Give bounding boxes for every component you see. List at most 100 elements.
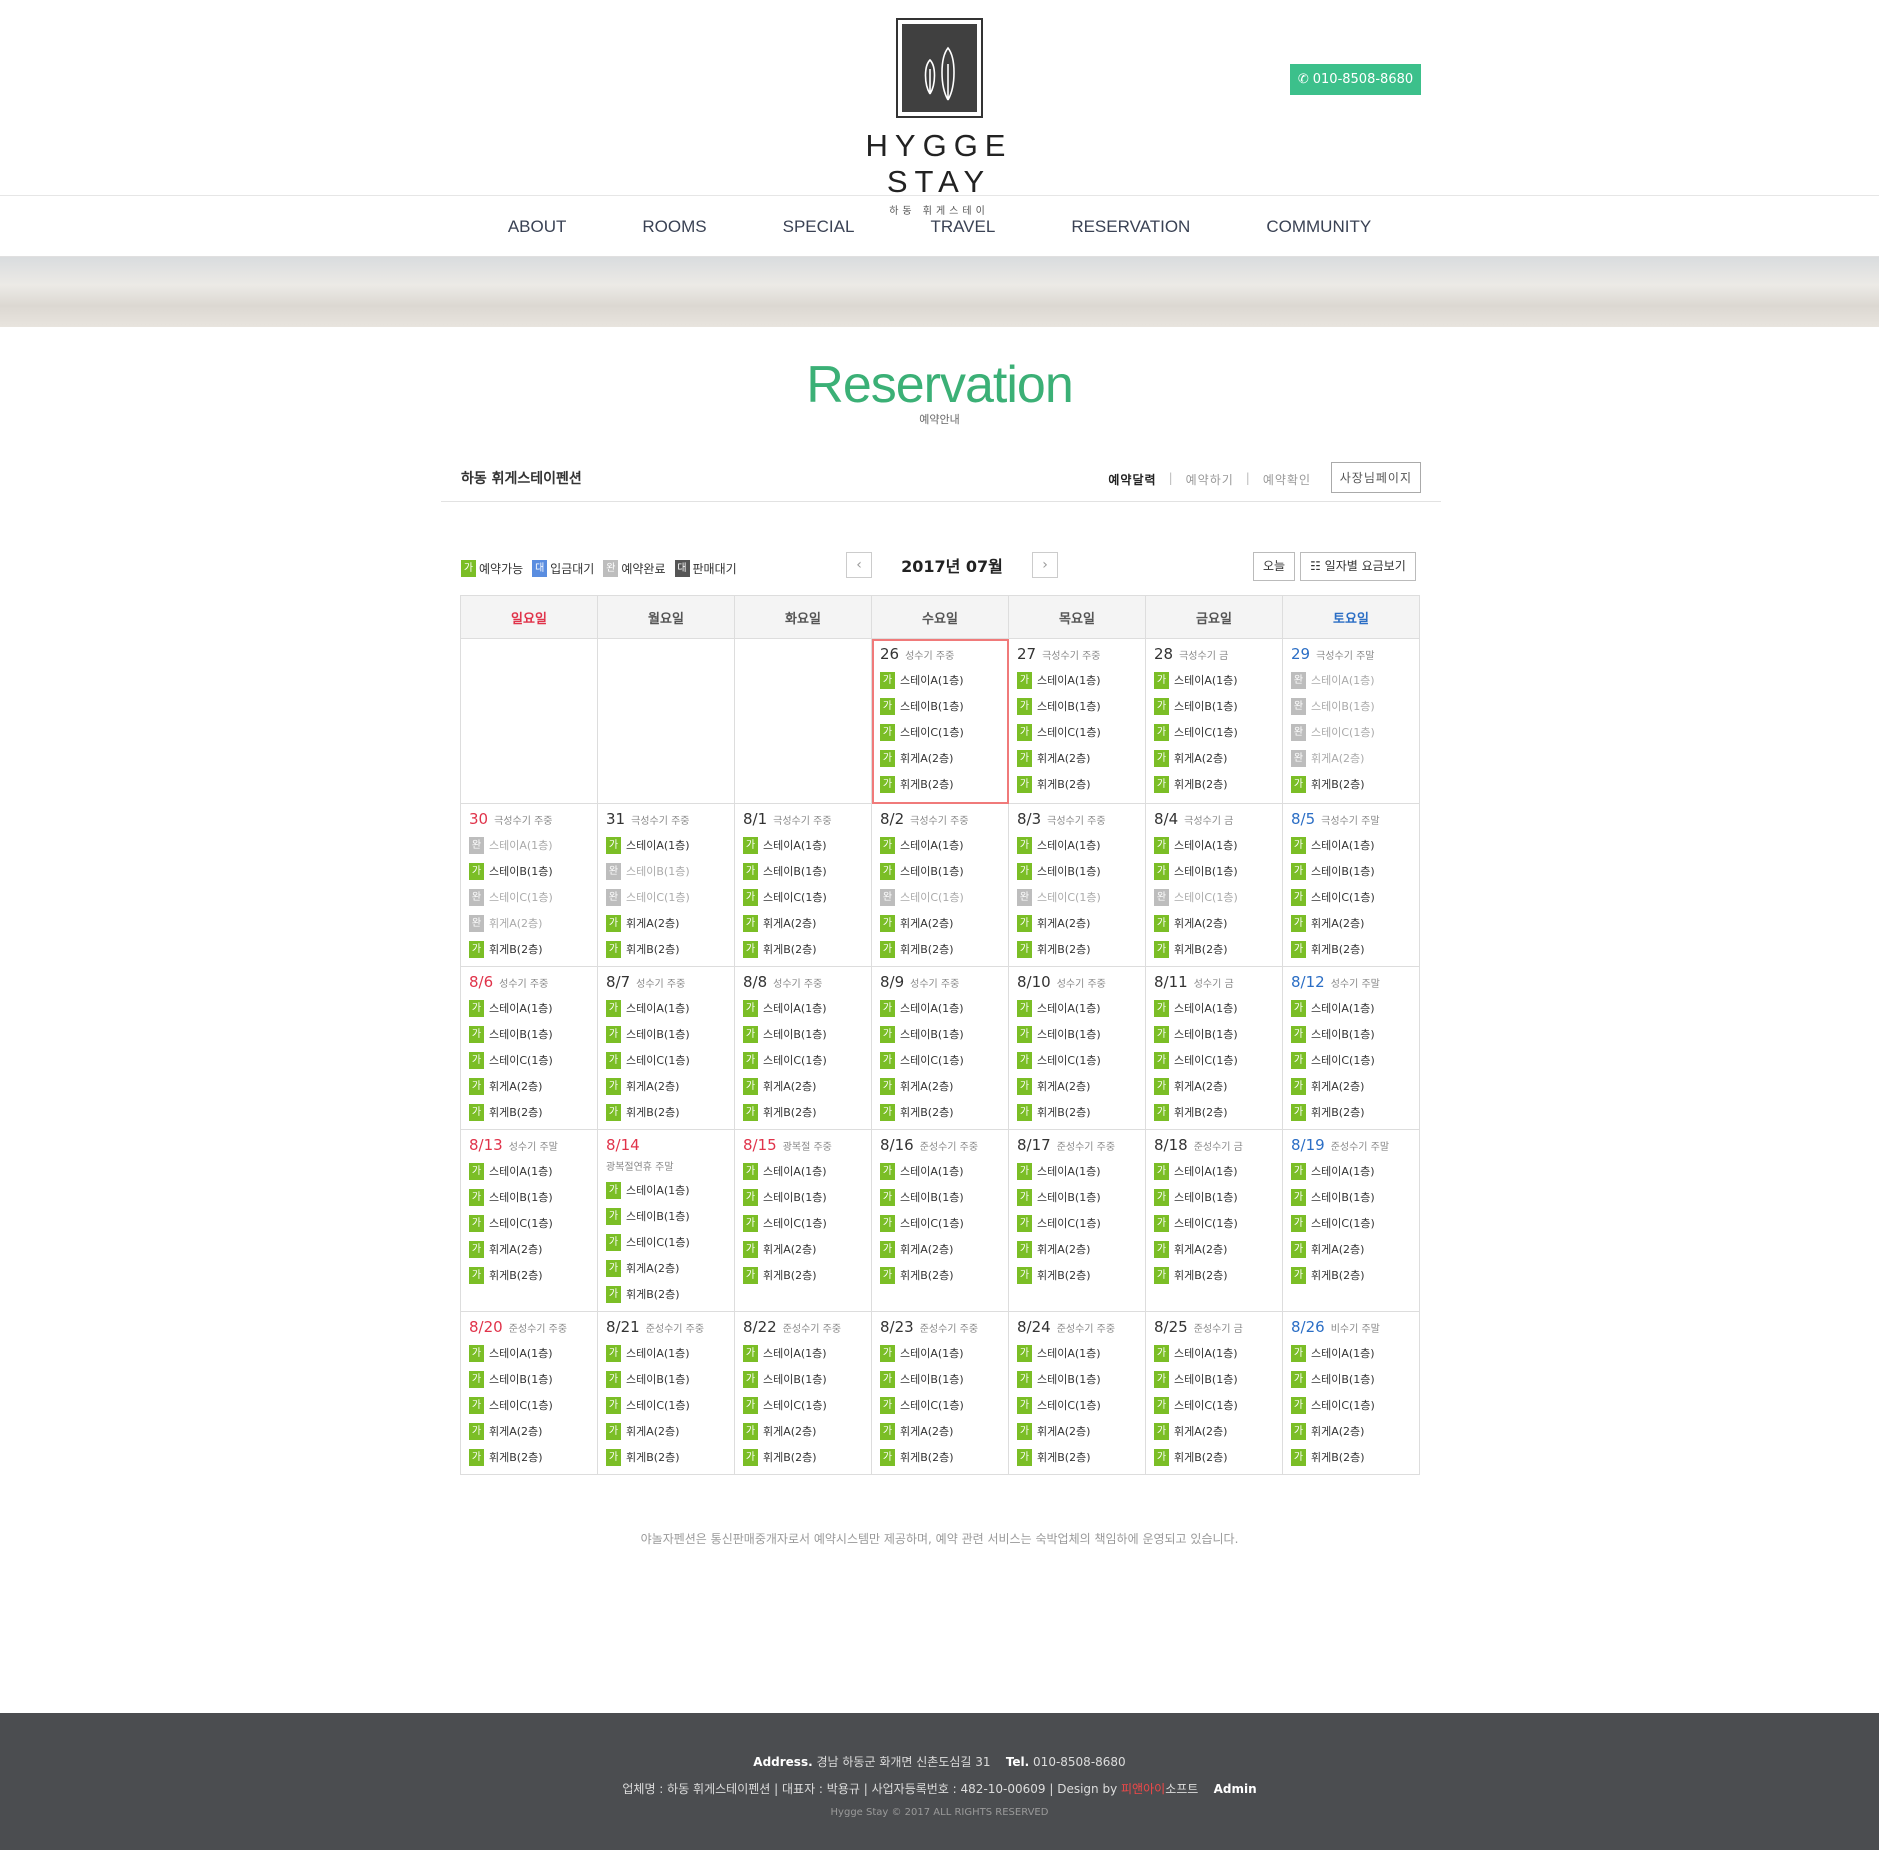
room-status[interactable]: 가 휘게A(2층) <box>880 1073 1000 1099</box>
room-status[interactable]: 가 휘게B(2층) <box>880 936 1000 962</box>
room-status[interactable]: 가 휘게A(2층) <box>880 745 1000 771</box>
calendar-day-cell[interactable]: 8/21 준성수기 주중 가 스테이A(1층) 가 스테이B(1층) 가 스테이C(1층) 가 휘… <box>597 1311 735 1475</box>
owner-page-button[interactable]: 사장님페이지 <box>1330 462 1421 493</box>
calendar-day-cell[interactable]: 8/10 성수기 주중 가 스테이A(1층) 가 스테이B(1층) 가 스테이C(1층) 가 휘게… <box>1008 966 1146 1130</box>
room-status[interactable]: 가 스테이C(1층) <box>1291 884 1411 910</box>
room-status[interactable]: 가 스테이C(1층) <box>1017 1392 1137 1418</box>
room-status[interactable]: 가 휘게A(2층) <box>1017 745 1137 771</box>
room-status[interactable]: 가 스테이A(1층) <box>880 1158 1000 1184</box>
calendar-day-cell[interactable]: 8/17 준성수기 주중 가 스테이A(1층) 가 스테이B(1층) 가 스테이C(1층) 가 휘… <box>1008 1129 1146 1312</box>
room-status[interactable]: 가 휘게A(2층) <box>1017 1073 1137 1099</box>
room-status[interactable]: 가 휘게B(2층) <box>469 1444 589 1470</box>
room-status[interactable]: 가 휘게A(2층) <box>1291 1073 1411 1099</box>
room-status[interactable]: 가 스테이C(1층) <box>1017 1210 1137 1236</box>
room-status[interactable]: 가 휘게A(2층) <box>1154 745 1274 771</box>
room-status[interactable]: 가 휘게B(2층) <box>880 1444 1000 1470</box>
room-status[interactable]: 가 휘게A(2층) <box>1154 1236 1274 1262</box>
room-status[interactable]: 가 스테이B(1층) <box>606 1021 726 1047</box>
room-status[interactable]: 가 스테이C(1층) <box>469 1392 589 1418</box>
room-status[interactable]: 가 스테이A(1층) <box>1154 995 1274 1021</box>
room-status[interactable]: 가 휘게A(2층) <box>1017 1236 1137 1262</box>
room-status[interactable]: 가 휘게A(2층) <box>606 1255 726 1281</box>
room-status[interactable]: 가 휘게B(2층) <box>1291 1262 1411 1288</box>
room-status[interactable]: 가 스테이A(1층) <box>1154 1158 1274 1184</box>
room-status[interactable]: 가 휘게B(2층) <box>606 1444 726 1470</box>
room-status[interactable]: 가 스테이C(1층) <box>606 1229 726 1255</box>
room-status[interactable]: 완 스테이A(1층) <box>1291 667 1411 693</box>
room-status[interactable]: 가 휘게B(2층) <box>469 1262 589 1288</box>
room-status[interactable]: 완 휘게A(2층) <box>1291 745 1411 771</box>
room-status[interactable]: 가 스테이B(1층) <box>1154 1184 1274 1210</box>
room-status[interactable]: 완 스테이C(1층) <box>1154 884 1274 910</box>
phone-button[interactable]: ✆ 010-8508-8680 <box>1290 64 1421 95</box>
room-status[interactable]: 가 스테이C(1층) <box>606 1392 726 1418</box>
room-status[interactable]: 가 스테이C(1층) <box>1154 1047 1274 1073</box>
room-status[interactable]: 가 스테이A(1층) <box>1017 1158 1137 1184</box>
room-status[interactable]: 가 스테이B(1층) <box>1291 1366 1411 1392</box>
room-status[interactable]: 가 휘게A(2층) <box>469 1236 589 1262</box>
room-status[interactable]: 가 스테이B(1층) <box>1017 1366 1137 1392</box>
room-status[interactable]: 완 휘게A(2층) <box>469 910 589 936</box>
room-status[interactable]: 가 스테이C(1층) <box>880 1047 1000 1073</box>
room-status[interactable]: 가 스테이C(1층) <box>880 719 1000 745</box>
room-status[interactable]: 가 휘게B(2층) <box>1017 771 1137 797</box>
prev-month-button[interactable]: ‹ <box>846 552 872 578</box>
room-status[interactable]: 가 휘게A(2층) <box>743 1073 863 1099</box>
room-status[interactable]: 가 스테이A(1층) <box>743 995 863 1021</box>
room-status[interactable]: 가 휘게B(2층) <box>1154 1099 1274 1125</box>
room-status[interactable]: 가 스테이A(1층) <box>606 832 726 858</box>
room-status[interactable]: 가 스테이B(1층) <box>743 1021 863 1047</box>
room-status[interactable]: 가 휘게B(2층) <box>1291 771 1411 797</box>
room-status[interactable]: 가 스테이A(1층) <box>1154 832 1274 858</box>
calendar-day-cell[interactable]: 8/1 극성수기 주중 가 스테이A(1층) 가 스테이B(1층) 가 스테이C(1층) 가 휘게… <box>734 803 872 967</box>
room-status[interactable]: 가 스테이A(1층) <box>606 995 726 1021</box>
room-status[interactable]: 가 휘게A(2층) <box>1154 1418 1274 1444</box>
room-status[interactable]: 가 스테이B(1층) <box>880 1021 1000 1047</box>
room-status[interactable]: 가 스테이A(1층) <box>1291 1158 1411 1184</box>
room-status[interactable]: 가 휘게B(2층) <box>606 936 726 962</box>
calendar-day-cell[interactable]: 8/6 성수기 주중 가 스테이A(1층) 가 스테이B(1층) 가 스테이C(1층) 가 휘게A… <box>460 966 598 1130</box>
room-status[interactable]: 가 휘게A(2층) <box>743 910 863 936</box>
next-month-button[interactable]: › <box>1032 552 1058 578</box>
room-status[interactable]: 가 스테이C(1층) <box>1154 1210 1274 1236</box>
room-status[interactable]: 가 휘게A(2층) <box>880 910 1000 936</box>
room-status[interactable]: 가 스테이B(1층) <box>880 858 1000 884</box>
room-status[interactable]: 완 스테이C(1층) <box>1291 719 1411 745</box>
calendar-day-cell[interactable]: 8/20 준성수기 주중 가 스테이A(1층) 가 스테이B(1층) 가 스테이C(1층) 가 휘… <box>460 1311 598 1475</box>
room-status[interactable]: 가 스테이C(1층) <box>743 1392 863 1418</box>
room-status[interactable]: 가 휘게A(2층) <box>1154 1073 1274 1099</box>
room-status[interactable]: 완 스테이A(1층) <box>469 832 589 858</box>
calendar-day-cell[interactable]: 8/22 준성수기 주중 가 스테이A(1층) 가 스테이B(1층) 가 스테이C(1층) 가 휘… <box>734 1311 872 1475</box>
room-status[interactable]: 가 스테이C(1층) <box>880 1210 1000 1236</box>
room-status[interactable]: 가 휘게A(2층) <box>606 1418 726 1444</box>
calendar-day-cell[interactable]: 8/19 준성수기 주말 가 스테이A(1층) 가 스테이B(1층) 가 스테이C(1층) 가 휘… <box>1282 1129 1420 1312</box>
calendar-day-cell[interactable]: 8/16 준성수기 주중 가 스테이A(1층) 가 스테이B(1층) 가 스테이C(1층) 가 휘… <box>871 1129 1009 1312</box>
room-status[interactable]: 가 휘게B(2층) <box>1154 771 1274 797</box>
nav-item-community[interactable]: COMMUNITY <box>1228 196 1409 256</box>
room-status[interactable]: 가 스테이A(1층) <box>743 1340 863 1366</box>
calendar-day-cell[interactable]: 28 극성수기 금 가 스테이A(1층) 가 스테이B(1층) 가 스테이C(1층) 가 휘게A(… <box>1145 638 1283 804</box>
room-status[interactable]: 가 스테이B(1층) <box>743 1366 863 1392</box>
room-status[interactable]: 가 스테이A(1층) <box>1291 832 1411 858</box>
calendar-day-cell[interactable]: 8/18 준성수기 금 가 스테이A(1층) 가 스테이B(1층) 가 스테이C(1층) 가 휘게… <box>1145 1129 1283 1312</box>
room-status[interactable]: 가 휘게A(2층) <box>1291 1418 1411 1444</box>
calendar-day-cell[interactable]: 8/12 성수기 주말 가 스테이A(1층) 가 스테이B(1층) 가 스테이C(1층) 가 휘게… <box>1282 966 1420 1130</box>
room-status[interactable]: 가 스테이C(1층) <box>1154 719 1274 745</box>
room-status[interactable]: 가 스테이B(1층) <box>1291 1021 1411 1047</box>
room-status[interactable]: 가 스테이B(1층) <box>1017 1184 1137 1210</box>
room-status[interactable]: 가 휘게A(2층) <box>1017 1418 1137 1444</box>
room-status[interactable]: 가 휘게A(2층) <box>1291 1236 1411 1262</box>
room-status[interactable]: 가 휘게A(2층) <box>469 1418 589 1444</box>
room-status[interactable]: 가 스테이B(1층) <box>469 1366 589 1392</box>
room-status[interactable]: 가 스테이B(1층) <box>880 1366 1000 1392</box>
room-status[interactable]: 가 휘게B(2층) <box>1291 1444 1411 1470</box>
room-status[interactable]: 가 휘게B(2층) <box>1154 936 1274 962</box>
room-status[interactable]: 가 스테이A(1층) <box>469 1340 589 1366</box>
room-status[interactable]: 가 스테이A(1층) <box>606 1177 726 1203</box>
room-status[interactable]: 가 휘게B(2층) <box>1017 1444 1137 1470</box>
room-status[interactable]: 가 휘게B(2층) <box>606 1281 726 1307</box>
room-status[interactable]: 가 스테이C(1층) <box>1017 1047 1137 1073</box>
nav-item-rooms[interactable]: ROOMS <box>604 196 744 256</box>
room-status[interactable]: 가 스테이A(1층) <box>1017 1340 1137 1366</box>
tab-reserve[interactable]: 예약하기 <box>1186 471 1234 488</box>
